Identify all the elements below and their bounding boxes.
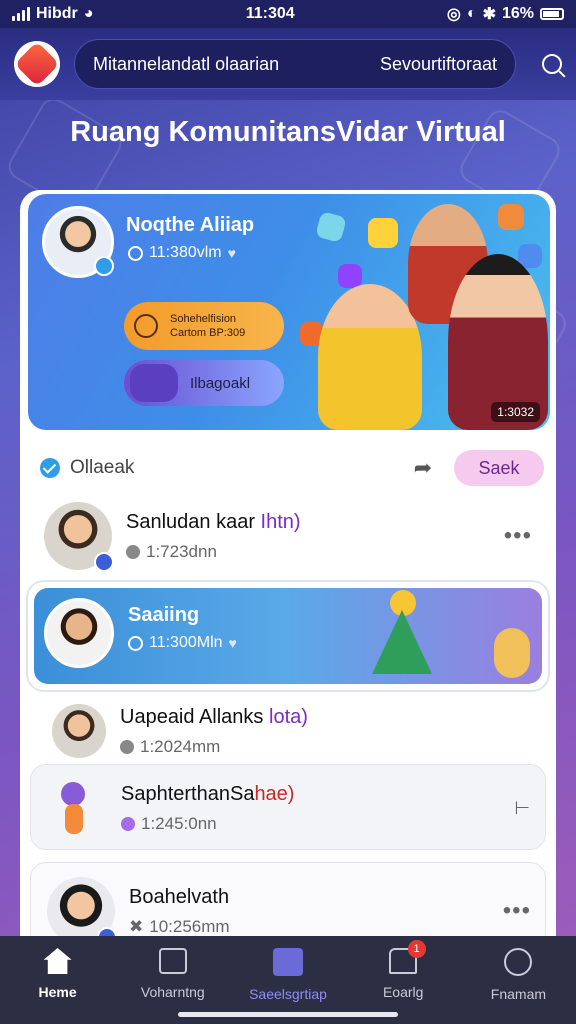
- online-label: Ollaeak: [70, 457, 135, 478]
- clock-time: 11:304: [245, 5, 295, 22]
- page-title: Ruang KomunitansVidar Virtual: [70, 116, 506, 148]
- seek-button[interactable]: Saek: [454, 450, 544, 486]
- clock-icon: [128, 245, 143, 261]
- mascot-icon: [130, 364, 178, 402]
- avatar[interactable]: [44, 598, 114, 668]
- hero-banner[interactable]: Noqthe Aliiap 11:380vlm ♥ Sohehelfision …: [28, 194, 550, 430]
- search-scope-left[interactable]: Mitannelandatl olaarian: [93, 54, 279, 75]
- signal-icon: [12, 7, 30, 21]
- list-item[interactable]: Sanludan kaar Ihtn) 1:723dnn •••: [28, 498, 548, 574]
- nav-profile[interactable]: Fnamam: [461, 936, 576, 1024]
- join-session-line2: Cartom BP:309: [170, 327, 246, 339]
- group-button-label: Ilbagoakl: [190, 374, 251, 392]
- home-indicator[interactable]: [178, 1012, 398, 1017]
- profile-icon: [504, 948, 533, 976]
- app-logo[interactable]: [14, 41, 60, 87]
- notification-badge: 1: [407, 940, 426, 958]
- member-time: 1:2024mm: [140, 736, 221, 756]
- avatar[interactable]: [47, 877, 117, 947]
- member-name: SaphterthanSa: [121, 782, 255, 805]
- clock-icon: [120, 739, 134, 754]
- more-icon[interactable]: •••: [503, 897, 531, 925]
- verified-icon: [94, 256, 114, 276]
- avatar[interactable]: [52, 704, 106, 758]
- search-scope-right[interactable]: Sevourtiftoraat: [380, 54, 497, 75]
- list-item-card[interactable]: SaphterthanSahae) 1:245:0nn ⊢: [30, 764, 546, 850]
- battery-percent: 16%: [501, 5, 534, 22]
- host-name: Noqthe Aliiap: [126, 214, 255, 236]
- nav-events-label: Eoarlg: [382, 984, 424, 1000]
- close-icon: ✖: [129, 916, 144, 936]
- join-session-button[interactable]: Sohehelfision Cartom BP:309: [124, 302, 284, 350]
- heart-icon: ♥: [228, 635, 237, 651]
- nav-voting-label: Voharntng: [140, 984, 205, 1000]
- member-tag: lota): [269, 705, 308, 728]
- share-icon[interactable]: ➦: [414, 455, 432, 481]
- alarm-icon: ◎: [446, 6, 461, 23]
- dnd-icon: ◐: [466, 5, 477, 22]
- mascot-avatar[interactable]: [47, 778, 107, 838]
- nav-home-label: Heme: [38, 984, 77, 1000]
- nav-profile-label: Fnamam: [490, 986, 547, 1002]
- featured-item[interactable]: Saaiing 11:300Mln ♥: [26, 580, 550, 692]
- heart-icon: ♥: [227, 245, 236, 261]
- avatar[interactable]: [44, 502, 114, 572]
- clock-icon: [128, 635, 143, 651]
- heart-icon: [121, 816, 135, 831]
- verified-icon: [94, 552, 114, 572]
- person-illustration: [318, 284, 422, 430]
- document-icon: [158, 948, 187, 974]
- hero-time: 11:380vlm: [149, 244, 222, 261]
- community-card: Noqthe Aliiap 11:380vlm ♥ Sohehelfision …: [20, 190, 556, 970]
- member-time: 10:256mm: [149, 916, 230, 936]
- bag-icon: [273, 948, 303, 976]
- nav-community-label: Saeelsgrtiap: [249, 986, 327, 1002]
- nav-events[interactable]: 1 Eoarlg: [346, 936, 461, 1024]
- member-time: 11:300Mln: [149, 634, 223, 651]
- hero-meta: 11:380vlm ♥: [128, 244, 236, 262]
- member-name: Boahelvath: [129, 885, 230, 908]
- member-time: 1:723dnn: [146, 541, 217, 561]
- join-session-line1: Sohehelfision: [170, 313, 237, 325]
- nav-voting[interactable]: Voharntng: [115, 936, 230, 1024]
- options-icon[interactable]: ⊢: [514, 798, 531, 819]
- duration-badge: 1:3032: [491, 402, 540, 422]
- nav-home[interactable]: Heme: [0, 936, 115, 1024]
- bottom-nav: Heme Voharntng Saeelsgrtiap 1 Eoarlg Fna…: [0, 936, 576, 1024]
- search-icon[interactable]: [542, 54, 562, 74]
- list-item[interactable]: SaphterthanSahae) 1:245:0nn ⊢: [31, 773, 547, 843]
- check-icon: [40, 458, 60, 478]
- home-icon: [43, 948, 72, 974]
- member-name: Saaiing: [128, 604, 200, 626]
- online-row: Ollaeak ➦ Saek: [40, 448, 544, 488]
- member-time: 1:245:0nn: [141, 813, 217, 833]
- member-tag: Ihtn): [260, 510, 301, 533]
- bluetooth-icon: ✱: [482, 6, 496, 23]
- search-bar[interactable]: Mitannelandatl olaarian Sevourtiftoraat: [74, 39, 516, 89]
- carrier-label: Hibdr: [36, 5, 78, 22]
- battery-icon: [540, 8, 564, 20]
- status-bar: Hibdr ◕ 11:304 ◎ ◐ ✱ 16%: [0, 0, 576, 28]
- list-item[interactable]: Uapeaid Allanks lota) 1:2024mm: [28, 696, 548, 766]
- heart-icon: [126, 544, 140, 559]
- member-tag: hae): [254, 782, 295, 805]
- top-bar: Mitannelandatl olaarian Sevourtiftoraat: [0, 28, 576, 100]
- member-name: Uapeaid Allanks: [120, 705, 264, 728]
- person-icon: [134, 314, 158, 338]
- nav-community[interactable]: Saeelsgrtiap: [230, 936, 345, 1024]
- group-button[interactable]: Ilbagoakl: [124, 360, 284, 406]
- member-name: Sanludan kaar: [126, 510, 255, 533]
- wifi-icon: ◕: [83, 5, 94, 22]
- more-icon[interactable]: •••: [504, 522, 532, 550]
